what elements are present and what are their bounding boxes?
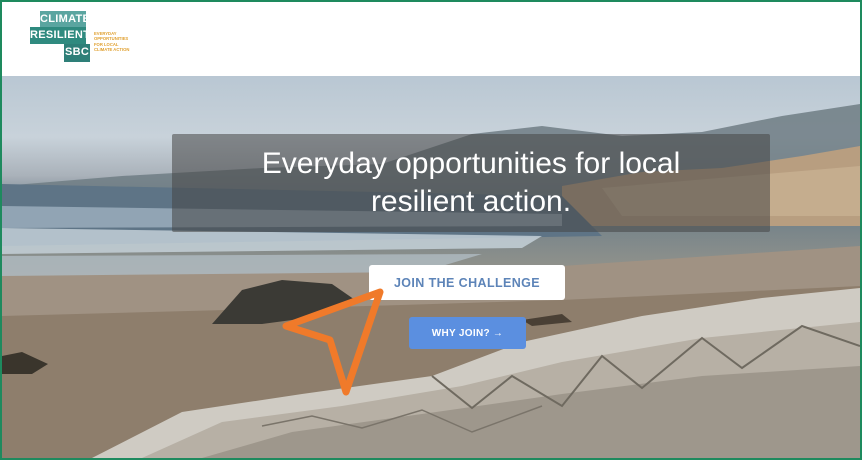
arrow-right-icon: → — [492, 327, 504, 339]
hero-section: Everyday opportunities for local resilie… — [2, 76, 860, 458]
logo-word-sbc: SBC — [64, 44, 90, 62]
why-join-button[interactable]: WHY JOIN? → — [409, 317, 526, 349]
site-header: CLIMATE RESILIENT SBC EVERYDAY OPPORTUNI… — [2, 2, 860, 76]
headline-banner: Everyday opportunities for local resilie… — [172, 134, 770, 232]
climate-resilient-sbc-logo[interactable]: CLIMATE RESILIENT SBC EVERYDAY OPPORTUNI… — [30, 11, 150, 65]
hero-headline: Everyday opportunities for local resilie… — [261, 147, 681, 218]
join-the-challenge-button[interactable]: JOIN THE CHALLENGE — [369, 265, 565, 300]
logo-word-climate: CLIMATE — [40, 11, 91, 27]
logo-word-resilient: RESILIENT — [30, 27, 90, 44]
why-join-label: WHY JOIN? — [431, 327, 490, 339]
logo-tagline: EVERYDAY OPPORTUNITIES FOR LOCAL CLIMATE… — [94, 31, 130, 53]
